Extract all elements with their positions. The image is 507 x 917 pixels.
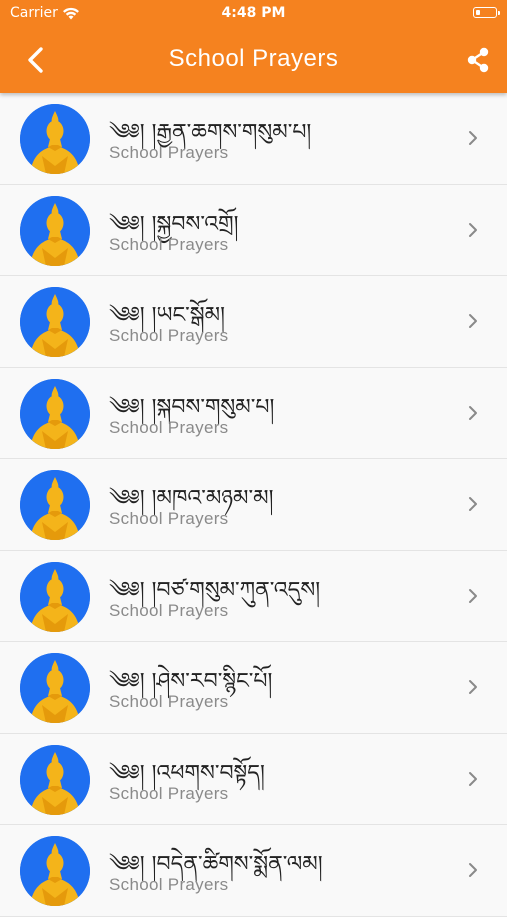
prayer-subtitle: School Prayers: [109, 143, 229, 162]
list-item[interactable]: ༄༅། །སྐྱབས་འགྲོ། School Prayers: [0, 184, 507, 276]
chevron-right-icon: [469, 405, 477, 420]
prayer-subtitle: School Prayers: [109, 600, 229, 620]
prayer-subtitle: School Prayers: [109, 875, 229, 894]
buddha-avatar-icon: [20, 287, 90, 357]
chevron-right-icon: [469, 588, 477, 603]
app-bar: Carrier 4:48 PM School Prayers: [0, 0, 507, 93]
buddha-avatar-icon: [20, 561, 90, 632]
chevron-right-icon: [469, 771, 477, 786]
buddha-avatar-icon: [20, 653, 90, 723]
buddha-avatar-icon: [20, 104, 90, 174]
chevron-right-icon: [469, 497, 477, 511]
prayer-subtitle: School Prayers: [109, 234, 229, 254]
list-item[interactable]: ༄༅། །འཕགས་བསྟོད། School Prayers: [0, 733, 507, 825]
chevron-right-icon: [469, 222, 477, 237]
prayer-subtitle: School Prayers: [109, 783, 229, 803]
buddha-avatar-icon: [20, 378, 90, 449]
chevron-right-icon: [469, 131, 477, 145]
buddha-avatar-icon: [20, 195, 90, 266]
chevron-right-icon: [469, 314, 477, 328]
list-item[interactable]: ༄༅། །མཁའ་མཉམ་མ། School Prayers: [0, 459, 507, 551]
battery-icon: [473, 7, 500, 18]
list-item[interactable]: ༄༅། །རྒྱན་ཆགས་གསུམ་པ། School Prayers: [0, 93, 507, 185]
buddha-avatar-icon: [20, 470, 90, 540]
list-item[interactable]: ༄༅། །ཡང་སྒོམ། School Prayers: [0, 276, 507, 368]
share-button[interactable]: [463, 45, 493, 75]
prayer-subtitle: School Prayers: [109, 509, 229, 528]
prayer-subtitle: School Prayers: [109, 417, 229, 437]
buddha-avatar-icon: [20, 744, 90, 815]
status-time: 4:48 PM: [221, 5, 286, 21]
list-item[interactable]: ༄༅། །སྐབས་གསུམ་པ། School Prayers: [0, 367, 507, 459]
list-item[interactable]: ༄༅། །བདེན་ཚིགས་སྨོན་ལམ། School Prayers: [0, 825, 507, 917]
buddha-avatar-icon: [20, 836, 90, 906]
page-title: School Prayers: [168, 45, 339, 72]
list-item[interactable]: ༄༅། །བཙ་གསུམ་ཀུན་འདུས། School Prayers: [0, 550, 507, 642]
status-bar: Carrier 4:48 PM: [0, 0, 507, 28]
share-icon: [467, 47, 489, 73]
prayer-list: ༄༅། །རྒྱན་ཆགས་གསུམ་པ། School Prayers ༄༅།…: [0, 93, 507, 917]
list-item[interactable]: ༄༅། །ཤེས་རབ་སྙིང་པོ། School Prayers: [0, 642, 507, 734]
prayer-subtitle: School Prayers: [109, 692, 229, 711]
prayer-subtitle: School Prayers: [109, 326, 229, 345]
chevron-right-icon: [469, 680, 477, 694]
chevron-right-icon: [469, 863, 477, 877]
